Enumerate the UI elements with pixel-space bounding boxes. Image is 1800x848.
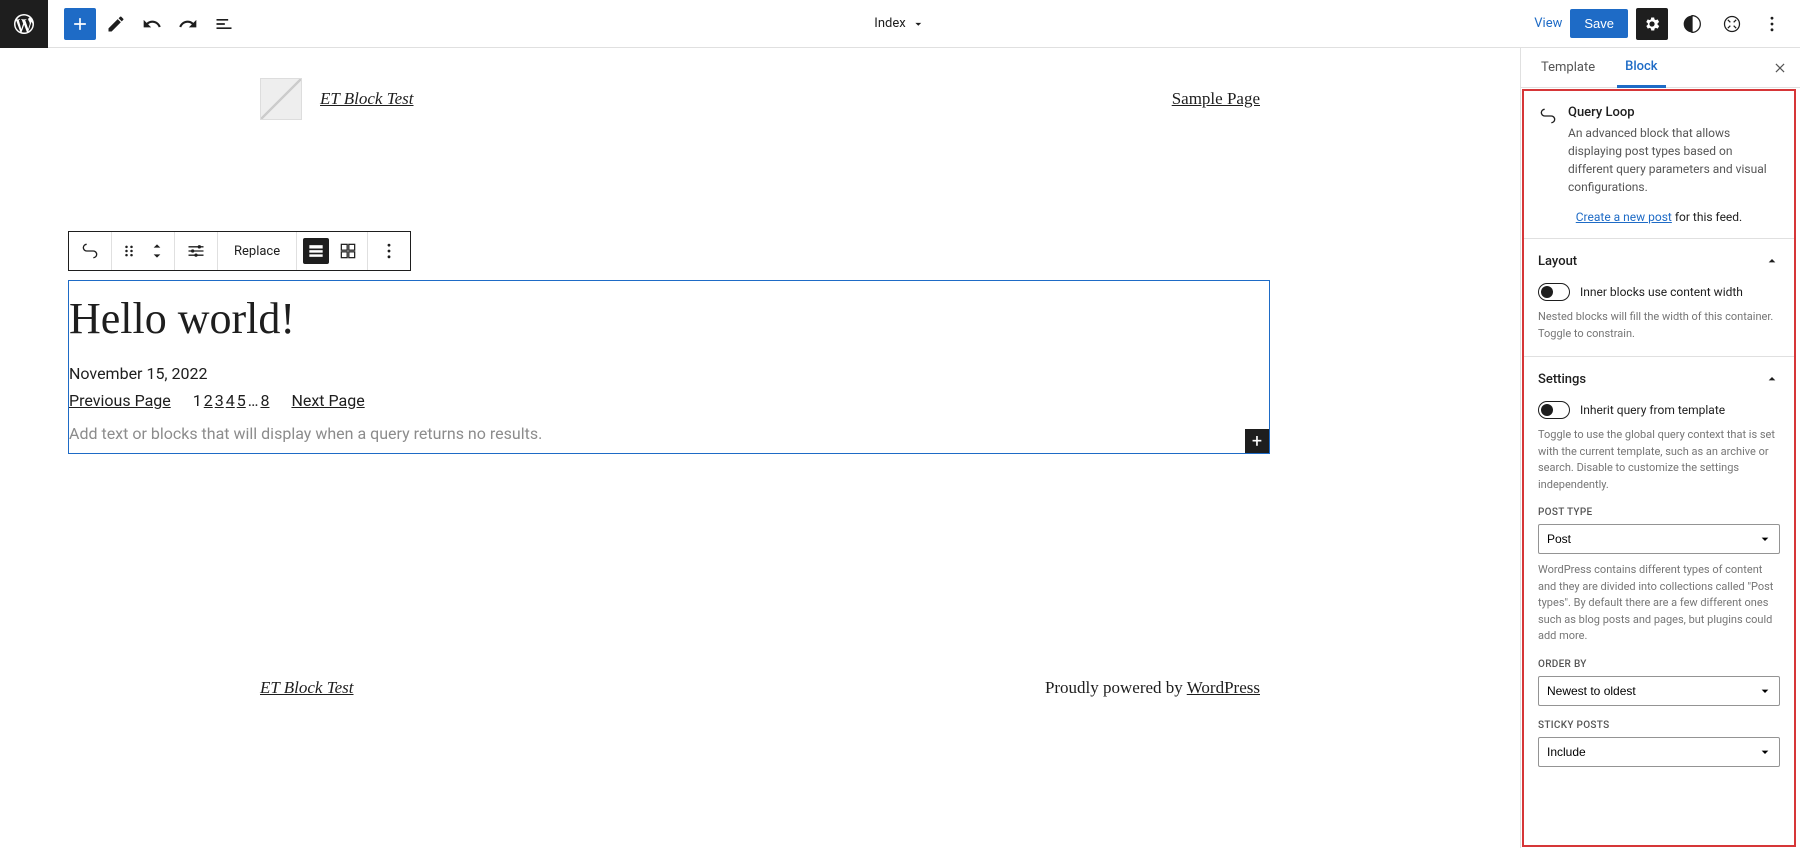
post-type-select[interactable]: Post bbox=[1538, 524, 1780, 554]
block-description: An advanced block that allows displaying… bbox=[1568, 124, 1780, 196]
inherit-query-help: Toggle to use the global query context t… bbox=[1538, 427, 1780, 493]
footer-credit: Proudly powered by WordPress bbox=[1045, 678, 1260, 698]
chevron-up-icon bbox=[1764, 253, 1780, 269]
create-new-post-link[interactable]: Create a new post bbox=[1576, 210, 1672, 224]
chevron-down-icon bbox=[912, 17, 926, 31]
more-options-button[interactable] bbox=[1756, 8, 1788, 40]
query-loop-block[interactable]: Hello world! November 15, 2022 Previous … bbox=[68, 280, 1270, 454]
save-button[interactable]: Save bbox=[1570, 9, 1628, 38]
redo-button[interactable] bbox=[172, 8, 204, 40]
create-post-hint: Create a new post for this feed. bbox=[1538, 210, 1780, 224]
wordpress-logo[interactable] bbox=[0, 0, 48, 48]
no-results-placeholder[interactable]: Add text or blocks that will display whe… bbox=[69, 424, 1269, 453]
add-block-button[interactable] bbox=[64, 8, 96, 40]
inherit-query-toggle[interactable] bbox=[1538, 401, 1570, 419]
tab-block[interactable]: Block bbox=[1617, 48, 1665, 88]
nav-link-sample-page[interactable]: Sample Page bbox=[1172, 89, 1260, 109]
query-loop-icon bbox=[1538, 106, 1558, 126]
sticky-posts-label: STICKY POSTS bbox=[1538, 720, 1780, 731]
settings-panel-toggle[interactable]: Settings bbox=[1538, 371, 1780, 387]
editor-canvas: ET Block Test Sample Page Replace Hello … bbox=[0, 48, 1520, 848]
post-date[interactable]: November 15, 2022 bbox=[69, 356, 1269, 387]
post-title[interactable]: Hello world! bbox=[69, 293, 1269, 356]
layout-panel-toggle[interactable]: Layout bbox=[1538, 253, 1780, 269]
drag-handle-icon[interactable] bbox=[118, 240, 140, 262]
move-arrows-icon[interactable] bbox=[146, 240, 168, 262]
layout-grid-icon[interactable] bbox=[335, 238, 361, 264]
post-type-label: POST TYPE bbox=[1538, 507, 1780, 518]
block-info-panel: Query Loop An advanced block that allows… bbox=[1524, 91, 1794, 239]
view-link[interactable]: View bbox=[1534, 16, 1562, 31]
settings-sidebar: Template Block Query Loop An advanced bl… bbox=[1520, 48, 1800, 848]
edit-tool-button[interactable] bbox=[100, 8, 132, 40]
block-more-options-icon[interactable] bbox=[378, 240, 400, 262]
site-title[interactable]: ET Block Test bbox=[320, 89, 414, 109]
settings-panel: Settings Inherit query from template Tog… bbox=[1524, 357, 1794, 781]
inner-blocks-width-toggle[interactable] bbox=[1538, 283, 1570, 301]
sidebar-tabs: Template Block bbox=[1521, 48, 1800, 88]
list-view-button[interactable] bbox=[208, 8, 240, 40]
query-loop-icon[interactable] bbox=[79, 240, 101, 262]
help-button[interactable] bbox=[1716, 8, 1748, 40]
next-page-link[interactable]: Next Page bbox=[291, 391, 364, 410]
order-by-select[interactable]: Newest to oldest bbox=[1538, 676, 1780, 706]
site-footer: ET Block Test Proudly powered by WordPre… bbox=[0, 678, 1520, 698]
pagination: Previous Page 1 2 3 4 5 … 8 Next Page bbox=[69, 387, 1269, 424]
site-logo-placeholder[interactable] bbox=[260, 78, 302, 120]
styles-button[interactable] bbox=[1676, 8, 1708, 40]
previous-page-link[interactable]: Previous Page bbox=[69, 391, 171, 410]
layout-list-icon[interactable] bbox=[303, 238, 329, 264]
tab-template[interactable]: Template bbox=[1533, 48, 1603, 88]
toolbar-right-group: View Save bbox=[1534, 8, 1800, 40]
layout-panel: Layout Inner blocks use content width Ne… bbox=[1524, 239, 1794, 357]
settings-button[interactable] bbox=[1636, 8, 1668, 40]
top-toolbar: Index View Save bbox=[0, 0, 1800, 48]
wordpress-link[interactable]: WordPress bbox=[1187, 678, 1260, 697]
block-toolbar: Replace bbox=[68, 231, 411, 271]
chevron-up-icon bbox=[1764, 371, 1780, 387]
sticky-posts-select[interactable]: Include bbox=[1538, 737, 1780, 767]
layout-help-text: Nested blocks will fill the width of thi… bbox=[1538, 309, 1780, 342]
post-type-help: WordPress contains different types of co… bbox=[1538, 562, 1780, 645]
footer-site-title[interactable]: ET Block Test bbox=[260, 678, 354, 698]
template-name: Index bbox=[874, 16, 905, 31]
undo-button[interactable] bbox=[136, 8, 168, 40]
close-sidebar-button[interactable] bbox=[1770, 58, 1790, 78]
add-block-inline-button[interactable]: + bbox=[1245, 429, 1269, 453]
order-by-label: ORDER BY bbox=[1538, 659, 1780, 670]
settings-sliders-icon[interactable] bbox=[185, 240, 207, 262]
replace-button[interactable]: Replace bbox=[228, 244, 286, 259]
block-name: Query Loop bbox=[1568, 105, 1780, 120]
pagination-numbers[interactable]: 1 2 3 4 5 … 8 bbox=[193, 391, 270, 410]
site-header: ET Block Test Sample Page bbox=[0, 48, 1520, 150]
toolbar-left-group bbox=[48, 8, 240, 40]
template-selector[interactable]: Index bbox=[874, 16, 925, 31]
